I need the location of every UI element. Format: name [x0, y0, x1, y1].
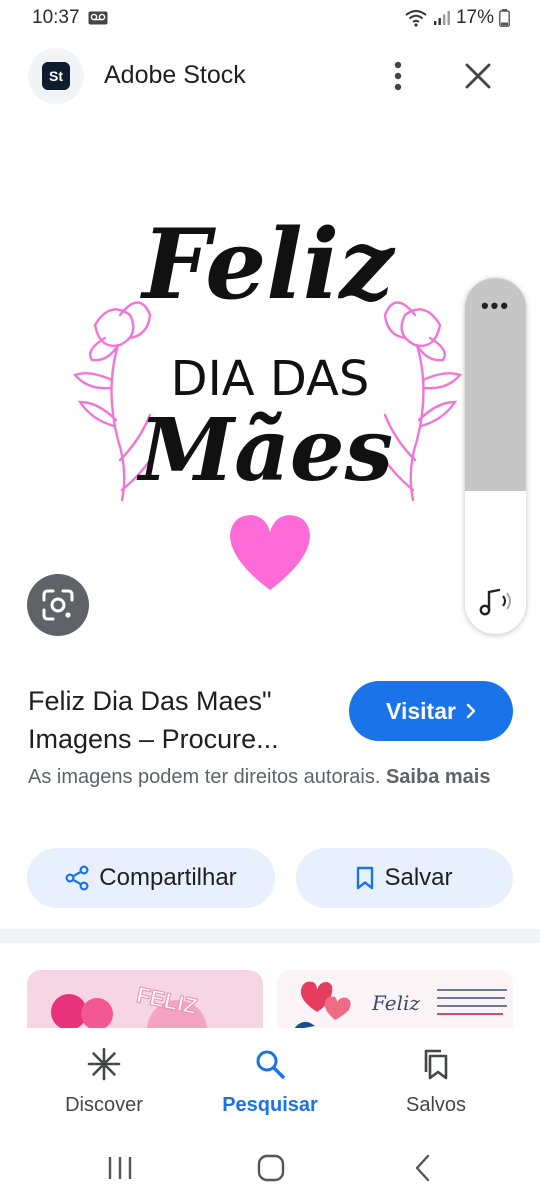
voicemail-icon: [88, 11, 108, 25]
close-icon[interactable]: [458, 56, 498, 96]
nav-saved[interactable]: Salvos: [346, 1028, 526, 1128]
visit-button[interactable]: Visitar: [349, 681, 513, 741]
save-label: Salvar: [384, 864, 453, 891]
related-result-thumbnail[interactable]: FELIZ: [27, 970, 263, 1030]
bookmark-icon: [357, 866, 374, 890]
nav-discover-label: Discover: [65, 1094, 143, 1116]
side-panel-menu[interactable]: •••: [465, 295, 526, 317]
music-note-icon[interactable]: [477, 586, 515, 618]
battery-percent: 17%: [455, 7, 494, 28]
status-right: 17%: [404, 7, 510, 29]
share-label: Compartilhar: [99, 864, 237, 891]
side-edge-panel[interactable]: •••: [465, 278, 526, 634]
image-text-dia-das: DIA DAS: [171, 351, 370, 407]
nav-discover[interactable]: Discover: [14, 1028, 194, 1128]
learn-more-link[interactable]: Saiba mais: [386, 766, 491, 788]
system-navigation-bar: [0, 1130, 540, 1204]
result-image[interactable]: Feliz DIA DAS Mães: [0, 140, 540, 650]
result-title[interactable]: Feliz Dia Das Maes" Imagens – Procure...: [28, 682, 328, 758]
header: St Adobe Stock: [0, 44, 540, 108]
status-bar: 10:37 17%: [0, 0, 540, 36]
more-vertical-icon[interactable]: [380, 56, 416, 96]
right-flower-illustration: [383, 301, 463, 502]
header-title: Adobe Stock: [104, 61, 246, 89]
search-icon: [254, 1044, 286, 1084]
copyright-text: As imagens podem ter direitos autorais.: [28, 766, 381, 788]
visit-button-label: Visitar: [386, 697, 456, 724]
app-logo[interactable]: St: [28, 48, 84, 104]
save-button[interactable]: Salvar: [296, 848, 513, 908]
related-result-thumbnail[interactable]: Feliz: [277, 970, 513, 1030]
saved-icon: [421, 1044, 451, 1084]
share-icon: [65, 865, 89, 891]
image-text-maes: Mães: [136, 400, 393, 501]
google-lens-button[interactable]: [27, 574, 89, 636]
discover-icon: [87, 1044, 121, 1084]
section-divider: [0, 929, 540, 943]
status-time: 10:37: [32, 7, 80, 28]
wifi-icon: [405, 10, 427, 27]
thumb-2-text: Feliz: [371, 991, 420, 1015]
nav-search-label: Pesquisar: [222, 1094, 318, 1116]
heart-shape: [230, 515, 310, 590]
copyright-notice: As imagens podem ter direitos autorais. …: [28, 762, 508, 792]
status-left: 10:37: [32, 7, 108, 29]
lens-icon: [42, 589, 74, 621]
nav-saved-label: Salvos: [405, 1094, 467, 1116]
nav-search[interactable]: Pesquisar: [180, 1028, 360, 1128]
recent-apps-icon[interactable]: [90, 1148, 150, 1188]
back-icon[interactable]: [393, 1148, 453, 1188]
battery-icon: [499, 9, 510, 27]
image-text-feliz: Feliz: [139, 208, 396, 321]
adobe-stock-logo: St: [42, 62, 70, 90]
home-icon[interactable]: [241, 1148, 301, 1188]
signal-icon: [433, 11, 450, 25]
bottom-navigation: Discover Pesquisar Salvos: [0, 1028, 540, 1128]
share-button[interactable]: Compartilhar: [27, 848, 275, 908]
chevron-right-icon: [466, 703, 476, 719]
